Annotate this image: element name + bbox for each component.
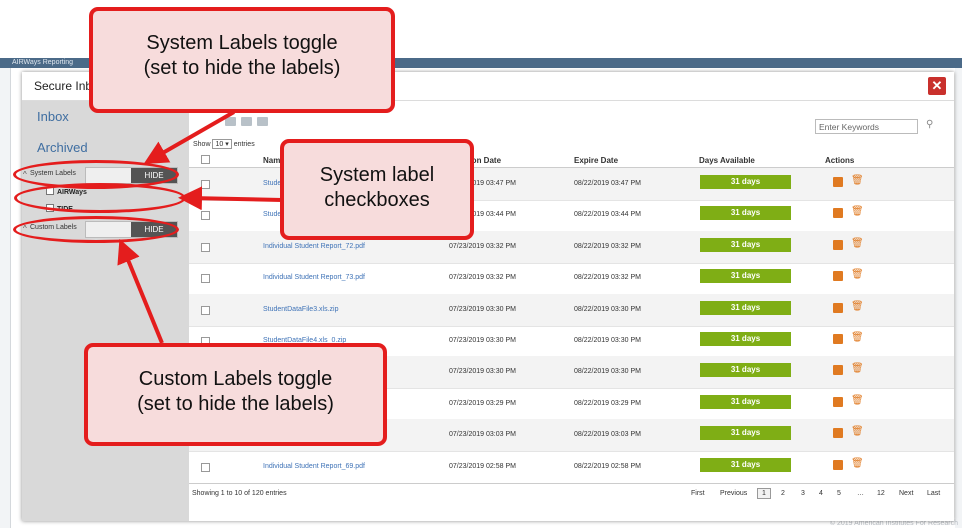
callout-text: System label checkboxes bbox=[319, 164, 435, 211]
callout-custom-labels-toggle: Custom Labels toggle (set to hide the la… bbox=[84, 343, 387, 446]
arrow-system-toggle bbox=[143, 110, 235, 164]
callout-system-labels-toggle: System Labels toggle (set to hide the la… bbox=[89, 7, 395, 113]
callout-system-label-checkboxes: System label checkboxes bbox=[280, 139, 474, 240]
arrow-custom-toggle bbox=[117, 238, 164, 344]
callout-text: System Labels toggle (set to hide the la… bbox=[143, 32, 341, 79]
callout-text: Custom Labels toggle (set to hide the la… bbox=[137, 368, 334, 415]
arrow-checkboxes bbox=[178, 186, 283, 211]
